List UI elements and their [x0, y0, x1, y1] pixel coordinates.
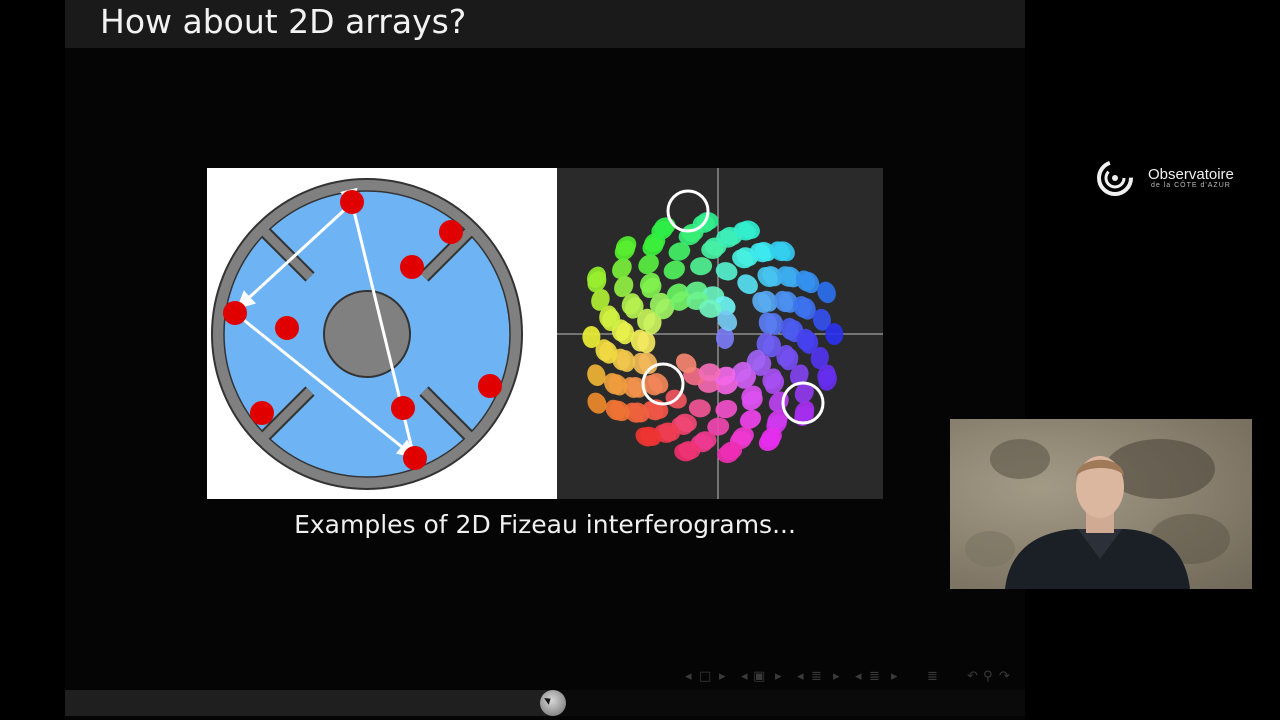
fringe-peak: [769, 241, 791, 262]
central-obstruction: [323, 290, 411, 378]
cursor-icon: [543, 695, 553, 705]
interferogram-plot: [557, 168, 883, 499]
fringe-peak: [587, 392, 607, 414]
arrow-left-icon[interactable]: ◂: [685, 666, 692, 688]
appendix-icon[interactable]: ≣: [927, 666, 938, 688]
forward-icon[interactable]: ↷: [999, 666, 1010, 688]
observatoire-logo: Observatoire de la CÔTE d'AZUR: [1093, 158, 1253, 198]
pupil-diagram: [211, 178, 523, 490]
video-progress-fill: [65, 690, 553, 716]
arrow-left-icon[interactable]: ◂: [741, 666, 748, 688]
interferogram-figure: [557, 168, 883, 499]
slide: How about 2D arrays? Examples of 2D Fize…: [65, 0, 1025, 720]
arrow-right-icon[interactable]: ▸: [833, 666, 840, 688]
presenter-webcam: [950, 419, 1252, 589]
swirl-logo-icon: [1097, 160, 1133, 196]
navigation-bar[interactable]: ◂ □ ▸ ◂ ▣ ▸ ◂ ≣ ▸ ◂ ≣ ▸ ≣ ↶ ⚲ ↷: [677, 666, 1025, 688]
slide-caption: Examples of 2D Fizeau interferograms...: [294, 510, 796, 539]
presenter-video: [965, 439, 1230, 589]
arrow-left-icon[interactable]: ◂: [855, 666, 862, 688]
logo-name: Observatoire: [1148, 166, 1234, 183]
arrow-right-icon[interactable]: ▸: [775, 666, 782, 688]
progress-handle[interactable]: [539, 690, 566, 716]
fringe-peak: [663, 260, 685, 280]
frame-icon[interactable]: □: [699, 666, 711, 688]
title-bar: How about 2D arrays?: [65, 0, 1025, 48]
arrow-right-icon[interactable]: ▸: [891, 666, 898, 688]
fringe-peak: [690, 257, 713, 276]
back-icon[interactable]: ↶: [967, 666, 978, 688]
pupil-figure: [207, 168, 557, 499]
arrow-left-icon[interactable]: ◂: [797, 666, 804, 688]
logo-subtitle: de la CÔTE d'AZUR: [1151, 182, 1231, 189]
fringe-peak: [715, 399, 738, 419]
subsection-icon[interactable]: ▣: [753, 666, 765, 688]
search-icon[interactable]: ⚲: [983, 666, 993, 688]
arrow-right-icon[interactable]: ▸: [719, 666, 726, 688]
fringe-peak: [688, 399, 711, 418]
video-progress-bar[interactable]: [65, 690, 1025, 716]
slide-title: How about 2D arrays?: [100, 2, 467, 41]
section-icon[interactable]: ≣: [811, 666, 822, 688]
section-icon[interactable]: ≣: [869, 666, 880, 688]
